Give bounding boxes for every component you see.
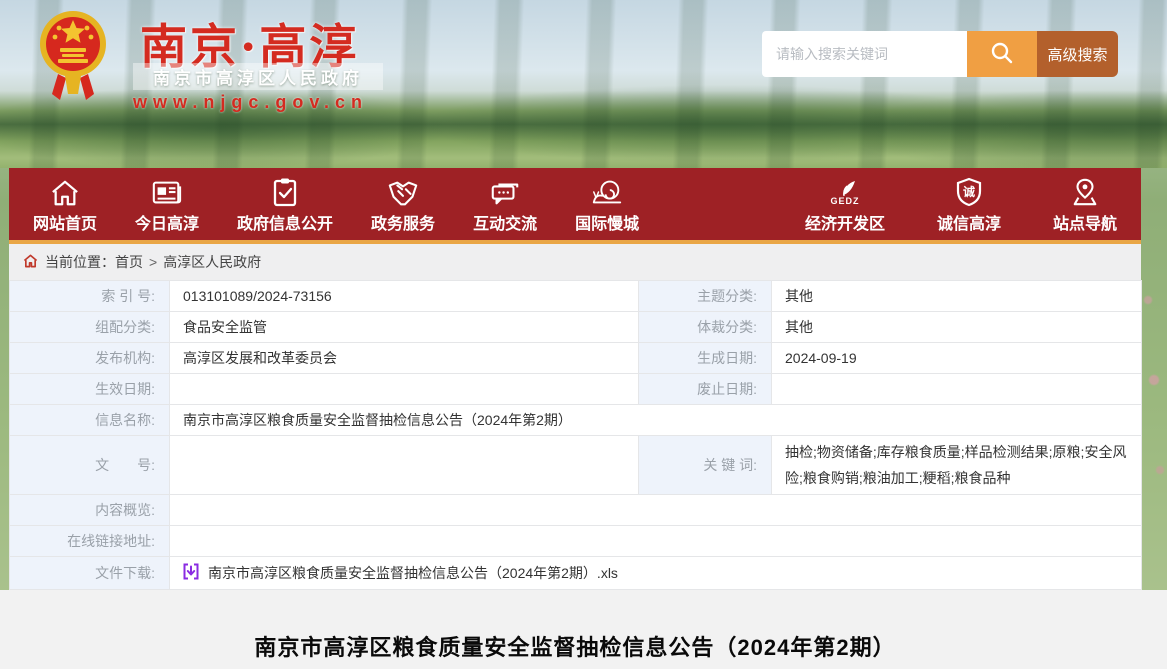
effective-date-label: 生效日期: — [10, 374, 170, 405]
index-no-label: 索 引 号: — [10, 281, 170, 312]
location-pin-icon — [1070, 175, 1100, 207]
online-link-label: 在线链接地址: — [10, 526, 170, 557]
search-icon — [989, 40, 1015, 69]
clipboard-check-icon — [272, 175, 298, 207]
breadcrumb: 当前位置： 首页 > 高淳区人民政府 — [9, 244, 1141, 280]
file-download-label: 文件下载: — [10, 557, 170, 590]
nav-item-integrity[interactable]: 诚 诚信高淳 — [937, 175, 1001, 234]
table-row: 索 引 号: 013101089/2024-73156 主题分类: 其他 — [10, 281, 1142, 312]
index-no-value: 013101089/2024-73156 — [170, 281, 639, 312]
breadcrumb-prefix: 当前位置： — [45, 252, 115, 272]
nav-item-services[interactable]: 政务服务 — [371, 175, 435, 234]
publish-org-label: 发布机构: — [10, 343, 170, 374]
site-header: 南京·高淳 南京市高淳区人民政府 www.njgc.gov.cn 高级搜索 — [0, 0, 1167, 168]
file-download-link[interactable]: 南京市高淳区粮食质量安全监督抽检信息公告（2024年第2期）.xls — [183, 563, 618, 583]
table-row: 组配分类: 食品安全监管 体裁分类: 其他 — [10, 312, 1142, 343]
topic-category-label: 主题分类: — [639, 281, 772, 312]
genre-category-label: 体裁分类: — [639, 312, 772, 343]
advanced-search-button[interactable]: 高级搜索 — [1037, 31, 1118, 77]
national-emblem-logo — [38, 6, 108, 111]
topic-category-value: 其他 — [772, 281, 1142, 312]
table-row: 发布机构: 高淳区发展和改革委员会 生成日期: 2024-09-19 — [10, 343, 1142, 374]
nav-item-interaction[interactable]: 互动交流 — [473, 175, 537, 234]
site-url: www.njgc.gov.cn — [133, 92, 368, 113]
nav-item-today[interactable]: 今日高淳 — [135, 175, 199, 234]
table-row: 文 号: 关 键 词: 抽检;物资储备;库存粮食质量;样品检测结果;原粮;安全风… — [10, 436, 1142, 495]
nav-item-info-disclosure[interactable]: 政府信息公开 — [237, 175, 333, 234]
site-subtitle-band: 南京市高淳区人民政府 — [133, 63, 383, 90]
info-name-label: 信息名称: — [10, 405, 170, 436]
keywords-value: 抽检;物资储备;库存粮食质量;样品检测结果;原粮;安全风险;粮食购销;粮油加工;… — [772, 436, 1142, 495]
table-row: 信息名称: 南京市高淳区粮食质量安全监督抽检信息公告（2024年第2期） — [10, 405, 1142, 436]
doc-no-value — [170, 436, 639, 495]
content-overview-label: 内容概览: — [10, 495, 170, 526]
table-row: 文件下载: 南京市高淳区粮食质量安全监督抽检信息公告（2024年第2期）.xls — [10, 557, 1142, 590]
publish-org-value: 高淳区发展和改革委员会 — [170, 343, 639, 374]
genre-category-value: 其他 — [772, 312, 1142, 343]
breadcrumb-separator: > — [149, 254, 157, 270]
site-subtitle: 南京市高淳区人民政府 — [153, 64, 363, 89]
download-icon — [183, 563, 199, 583]
breadcrumb-home-icon — [23, 254, 38, 271]
group-category-value: 食品安全监管 — [170, 312, 639, 343]
main-nav: 网站首页 今日高淳 政府信息公开 — [9, 168, 1141, 244]
breadcrumb-link-current[interactable]: 高淳区人民政府 — [163, 252, 261, 272]
table-row: 内容概览: — [10, 495, 1142, 526]
content-overview-value — [170, 495, 1142, 526]
effective-date-value — [170, 374, 639, 405]
abolish-date-value — [772, 374, 1142, 405]
doc-no-label: 文 号: — [10, 436, 170, 495]
abolish-date-label: 废止日期: — [639, 374, 772, 405]
handshake-icon — [386, 175, 420, 207]
nav-item-economic-zone[interactable]: GEDZ 经济开发区 — [805, 175, 885, 234]
integrity-shield-icon: 诚 — [956, 175, 982, 207]
online-link-value — [170, 526, 1142, 557]
snail-icon — [590, 175, 624, 207]
search-input[interactable] — [762, 31, 967, 77]
news-icon — [151, 175, 183, 207]
article-title: 南京市高淳区粮食质量安全监督抽检信息公告（2024年第2期） — [9, 590, 1141, 662]
info-name-value: 南京市高淳区粮食质量安全监督抽检信息公告（2024年第2期） — [170, 405, 1142, 436]
info-disclosure-table: 索 引 号: 013101089/2024-73156 主题分类: 其他 组配分… — [9, 280, 1142, 590]
search-bar: 高级搜索 — [762, 31, 1118, 77]
breadcrumb-link-home[interactable]: 首页 — [115, 252, 143, 272]
article-title-section: 南京市高淳区粮食质量安全监督抽检信息公告（2024年第2期） — [0, 590, 1167, 669]
gedz-icon: GEDZ — [830, 175, 859, 207]
home-icon — [50, 175, 80, 207]
table-row: 生效日期: 废止日期: — [10, 374, 1142, 405]
search-button[interactable] — [967, 31, 1037, 77]
create-date-value: 2024-09-19 — [772, 343, 1142, 374]
nav-item-home[interactable]: 网站首页 — [33, 175, 97, 234]
nav-item-site-navigation[interactable]: 站点导航 — [1053, 175, 1117, 234]
keywords-label: 关 键 词: — [639, 436, 772, 495]
create-date-label: 生成日期: — [639, 343, 772, 374]
table-row: 在线链接地址: — [10, 526, 1142, 557]
file-download-name: 南京市高淳区粮食质量安全监督抽检信息公告（2024年第2期）.xls — [208, 563, 618, 583]
svg-text:诚: 诚 — [963, 184, 975, 199]
nav-item-slow-city[interactable]: 国际慢城 — [575, 175, 639, 234]
chat-icon — [489, 175, 521, 207]
group-category-label: 组配分类: — [10, 312, 170, 343]
